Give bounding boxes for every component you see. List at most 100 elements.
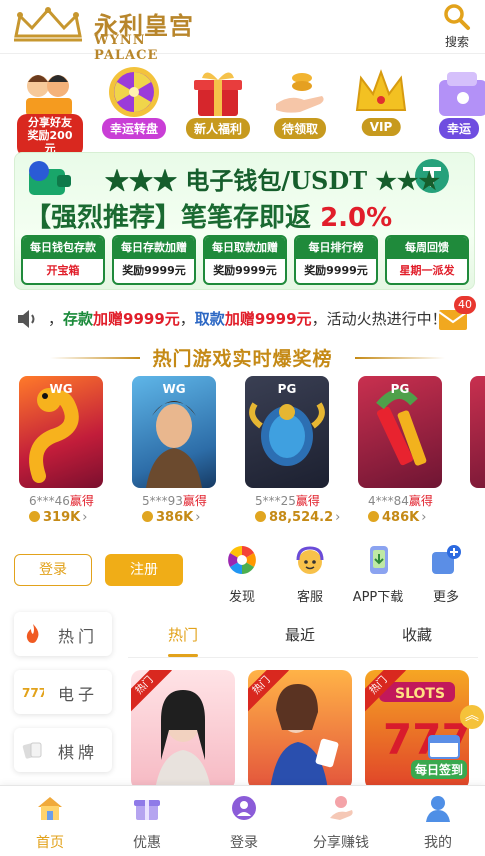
nav-share-earn[interactable]: 分享赚钱 <box>301 794 381 852</box>
daily-checkin-button[interactable]: 每日签到 <box>407 730 483 782</box>
login-button[interactable]: 登录 <box>14 554 92 586</box>
game-card[interactable]: 热门 <box>248 670 352 790</box>
promo-pending[interactable]: 待领取 <box>262 62 338 142</box>
winner-card-partial[interactable] <box>470 376 485 526</box>
banner-card[interactable]: 每日存款加赠 奖励9999元 <box>112 235 196 285</box>
provider-label: PG <box>390 382 410 396</box>
banner-card-title: 每周回馈 <box>387 237 467 259</box>
profile-icon <box>426 796 450 822</box>
promo-lucky[interactable]: 幸运 <box>425 62 485 142</box>
quick-app-download[interactable]: APP下载 <box>348 544 408 605</box>
category-cards[interactable]: 棋牌 <box>14 728 112 772</box>
promo-newbie-bonus[interactable]: 新人福利 <box>180 62 256 142</box>
scroll-top-button[interactable]: ︽ <box>460 705 484 729</box>
banner-title: ★★★ 电子钱包/USDT ★★★ <box>105 166 440 195</box>
promo-banner[interactable]: ★★★ 电子钱包/USDT ★★★ 【强烈推荐】笔笔存即返 2.0% 每日钱包存… <box>14 152 475 290</box>
winner-card[interactable]: PG 4***84赢得 486K › <box>358 376 442 526</box>
wallet-icon <box>29 161 71 195</box>
announcement-marquee[interactable]: ，存款加赠9999元，取款加赠9999元，活动火热进行中！ 40 <box>14 296 476 338</box>
crown-logo-icon <box>14 7 82 42</box>
banner-card[interactable]: 每日取款加赠 奖励9999元 <box>203 235 287 285</box>
winner-gain-label: 赢得 <box>182 494 207 508</box>
search-icon <box>444 4 470 30</box>
quick-label: 客服 <box>296 590 323 605</box>
marquee-prefix: ， <box>48 310 64 328</box>
coin-icon <box>368 511 379 522</box>
tab-hot[interactable]: 热门 <box>168 624 198 645</box>
hot-games-heading: 热门游戏实时爆奖榜 <box>0 344 485 372</box>
banner-card[interactable]: 每日钱包存款 开宝箱 <box>21 235 105 285</box>
gift-box-icon <box>194 72 242 116</box>
winner-user-id: 5***93 <box>142 494 183 508</box>
winner-user: 4***84赢得 <box>368 492 433 509</box>
nav-home[interactable]: 首页 <box>10 794 90 852</box>
nav-login[interactable]: 登录 <box>204 794 284 852</box>
promo-label: 新人福利 <box>185 118 251 139</box>
banner-card[interactable]: 每日排行榜 奖励9999元 <box>294 235 378 285</box>
winner-user: 5***25赢得 <box>255 492 320 509</box>
banner-card-value: 奖励9999元 <box>213 264 277 277</box>
page: 永利皇宫 WYNN PALACE 搜索 分享好友奖励200元 幸运转盘 新人福利… <box>0 0 485 856</box>
bottom-nav: 首页 优惠 登录 分享赚钱 我的 <box>0 785 485 856</box>
cards-icon <box>22 742 42 759</box>
nav-label: 登录 <box>230 835 258 851</box>
promo-share-friends[interactable]: 分享好友奖励200元 <box>12 62 88 157</box>
quick-discover[interactable]: 发现 <box>212 544 272 605</box>
discover-icon <box>228 546 256 574</box>
banner-card-title: 每日存款加赠 <box>114 237 194 259</box>
banner-card-value: 星期一派发 <box>399 264 455 277</box>
banner-rate: 2.0% <box>320 203 393 233</box>
coin-icon <box>142 511 153 522</box>
banner-subtitle: 【强烈推荐】笔笔存即返 2.0% <box>25 197 392 234</box>
chevron-up-icon: ︽ <box>465 708 479 724</box>
category-slots[interactable]: 777 电子 <box>14 670 112 714</box>
banner-card-title: 每日排行榜 <box>296 237 376 259</box>
winner-card[interactable]: WG 6***46赢得 319K › <box>19 376 103 526</box>
promo-lucky-wheel[interactable]: 幸运转盘 <box>96 62 172 142</box>
quick-label: 发现 <box>228 590 255 605</box>
logo[interactable]: 永利皇宫 WYNN PALACE <box>10 4 210 63</box>
promo-label: 待领取 <box>273 118 327 139</box>
nav-promotions[interactable]: 优惠 <box>107 794 187 852</box>
mail-badge: 40 <box>454 296 476 314</box>
search-button[interactable]: 搜索 <box>439 3 475 51</box>
nav-label: 分享赚钱 <box>313 835 369 851</box>
winner-amount-value: 386K <box>156 510 194 525</box>
quick-label: APP下载 <box>352 590 404 605</box>
banner-subtitle-text: 【强烈推荐】笔笔存即返 <box>25 203 312 233</box>
promo-vip[interactable]: VIP <box>343 62 419 142</box>
marquee-withdraw: 取款 <box>194 310 225 328</box>
banner-card-title: 每日取款加赠 <box>205 237 285 259</box>
winner-amount-value: 486K <box>382 510 420 525</box>
nav-label: 优惠 <box>133 835 161 851</box>
more-icon <box>432 545 461 574</box>
hot-heading-text: 热门游戏实时爆奖榜 <box>152 348 333 370</box>
tab-favorites[interactable]: 收藏 <box>402 624 432 645</box>
winner-user-id: 4***84 <box>368 494 409 508</box>
nav-profile[interactable]: 我的 <box>398 794 478 852</box>
winner-card[interactable]: WG 5***93赢得 386K › <box>132 376 216 526</box>
banner-card[interactable]: 每周回馈 星期一派发 <box>385 235 469 285</box>
quick-customer-service[interactable]: 客服 <box>280 544 340 605</box>
tab-recent[interactable]: 最近 <box>285 624 315 645</box>
chevron-right-icon: › <box>195 510 201 525</box>
winner-card[interactable]: PG 5***25赢得 88,524.2 › <box>245 376 340 526</box>
winner-gain-label: 赢得 <box>69 494 94 508</box>
category-hot[interactable]: 热门 <box>14 612 112 656</box>
chevron-right-icon: › <box>335 510 341 525</box>
winner-gain-label: 赢得 <box>295 494 320 508</box>
category-label: 热门 <box>58 627 99 646</box>
speaker-icon <box>18 310 35 328</box>
quick-more[interactable]: 更多 <box>416 544 476 605</box>
banner-cards: 每日钱包存款 开宝箱 每日存款加赠 奖励9999元 每日取款加赠 奖励9999元… <box>21 235 471 285</box>
game-thumbnail: PG <box>358 376 442 488</box>
app-download-icon <box>370 546 388 574</box>
game-card[interactable]: 热门 <box>131 670 235 790</box>
register-button[interactable]: 注册 <box>105 554 183 586</box>
slot-777-icon: 777 <box>22 686 44 700</box>
provider-label: PG <box>277 382 297 396</box>
banner-card-value: 奖励9999元 <box>122 264 186 277</box>
winner-amount-value: 319K <box>43 510 81 525</box>
category-label: 电子 <box>58 685 99 704</box>
logo-subtext: WYNN PALACE <box>94 33 159 63</box>
